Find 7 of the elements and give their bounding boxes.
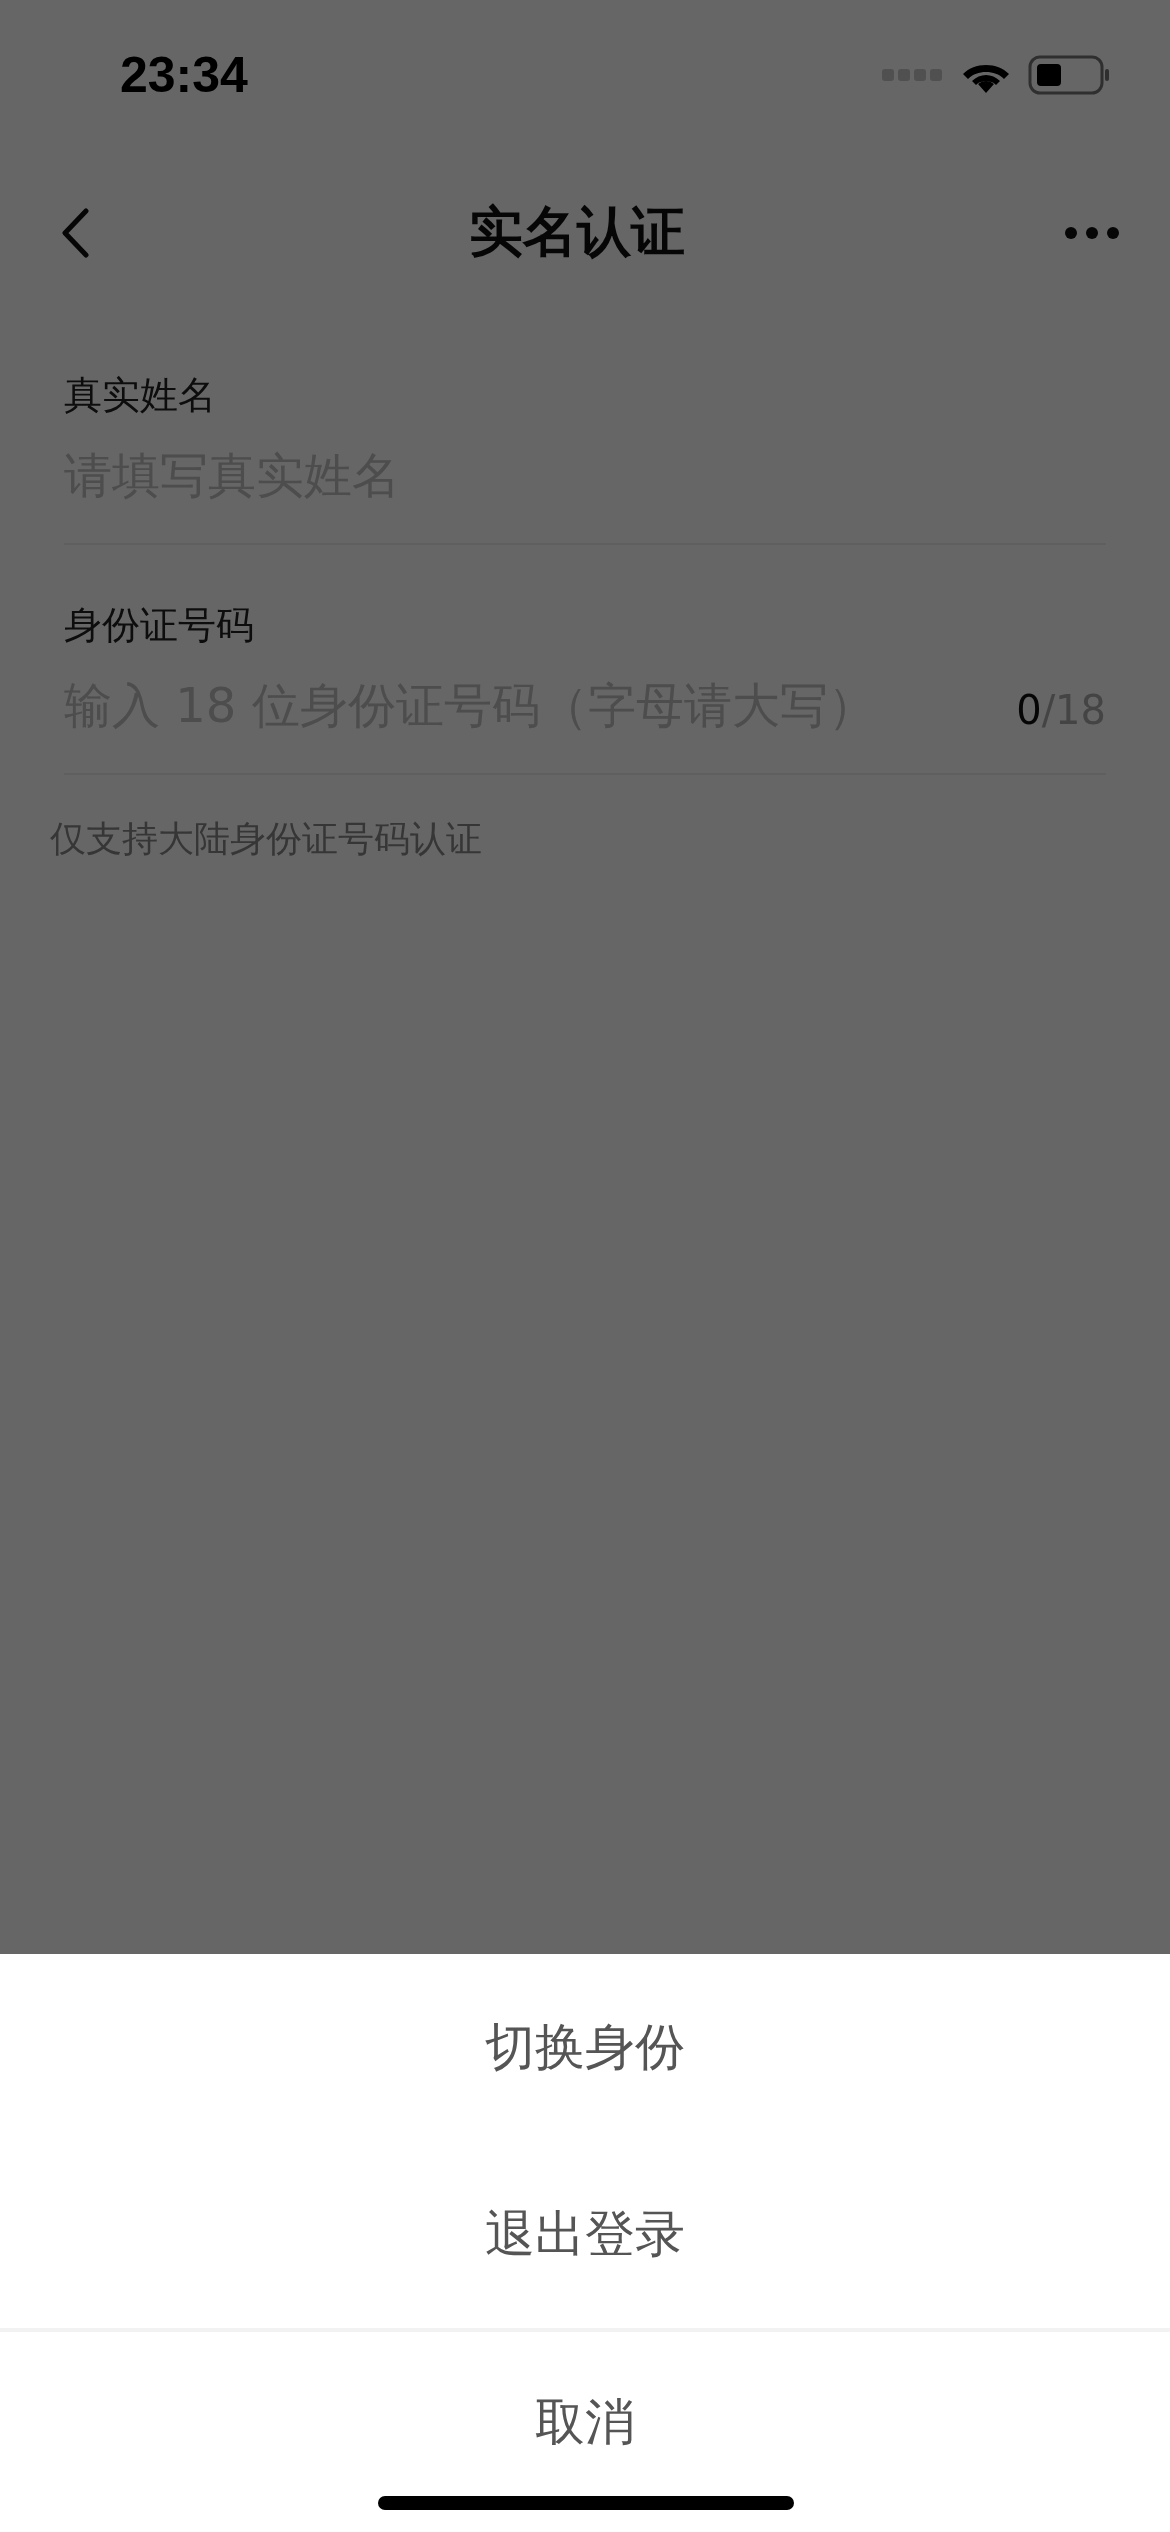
page-title: 实名认证 <box>469 199 685 265</box>
back-icon[interactable] <box>60 207 90 258</box>
battery-icon <box>1028 55 1110 95</box>
more-icon[interactable] <box>1064 225 1120 240</box>
field-label: 身份证号码 <box>64 602 255 649</box>
field-label: 真实姓名 <box>64 372 217 419</box>
status-time: 23:34 <box>120 46 248 104</box>
